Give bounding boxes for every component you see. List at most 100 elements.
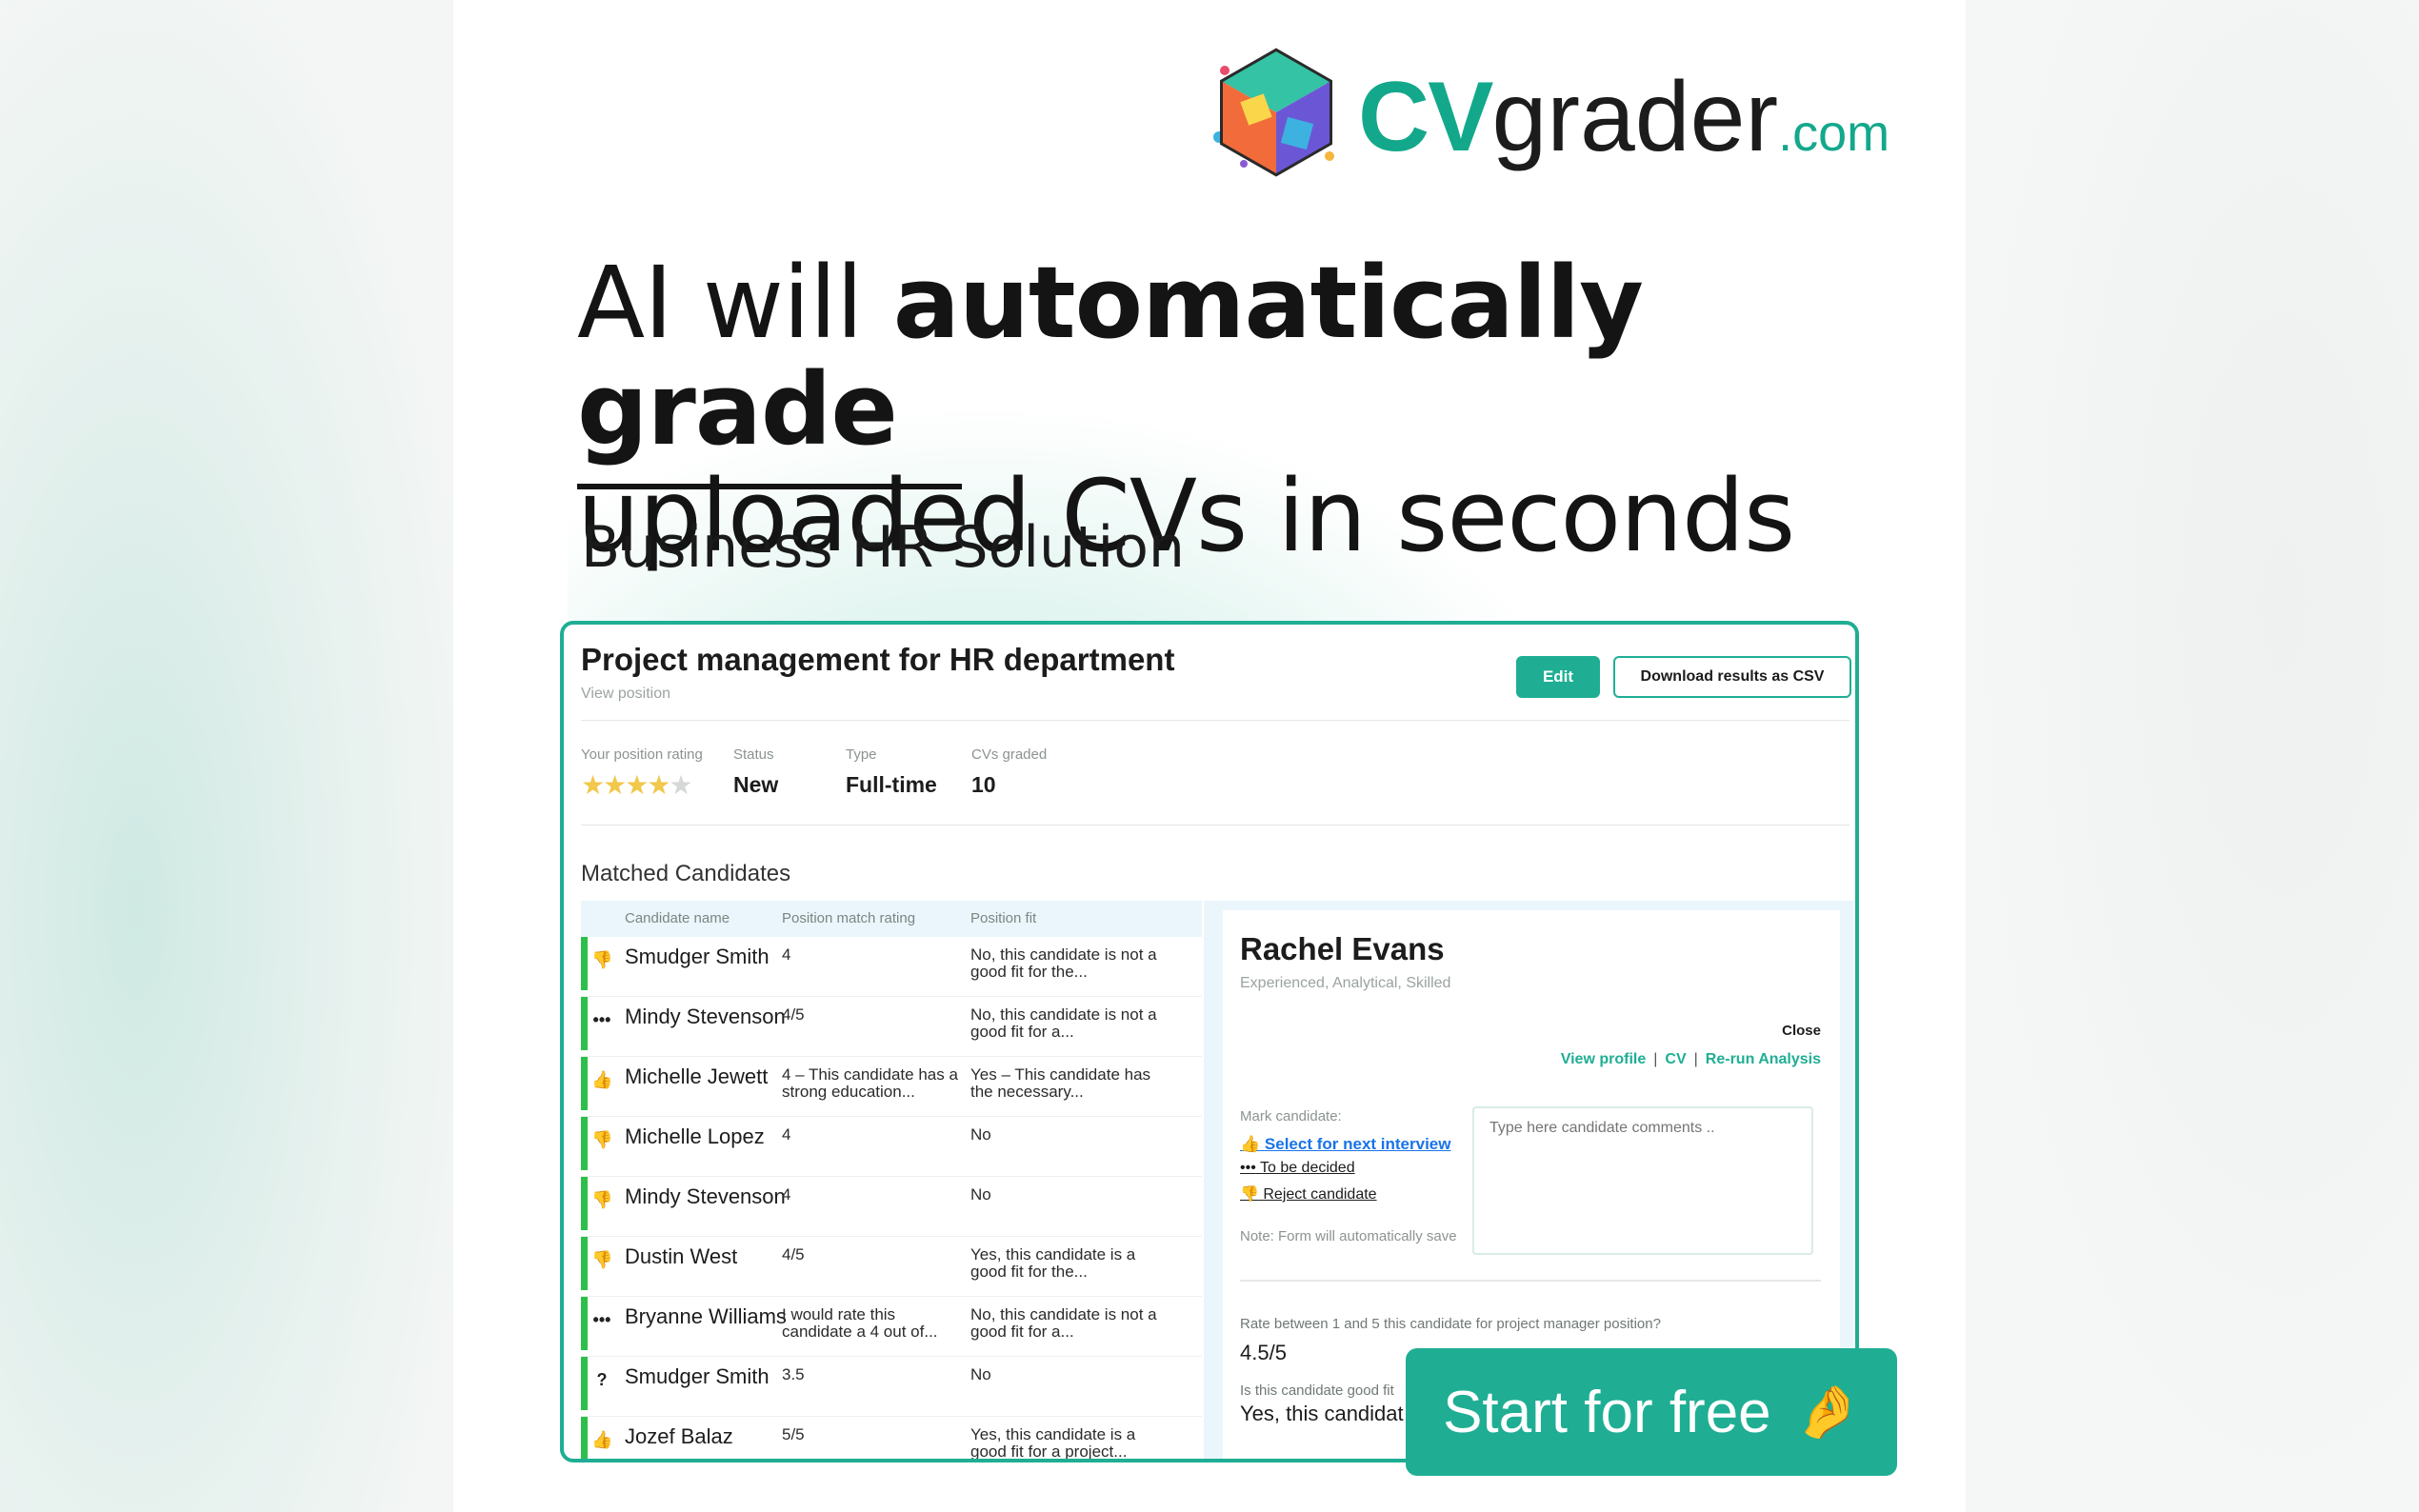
table-body: 👎 Smudger Smith 4 No, this candidate is not… [581, 937, 1202, 1459]
logo-cv: CV [1358, 62, 1493, 172]
table-row[interactable]: ••• Bryanne Williams I would rate this can… [581, 1297, 1202, 1357]
position-fit-cell: No [970, 1185, 991, 1204]
candidate-name-cell: Bryanne Williams [625, 1304, 787, 1328]
candidate-name-cell: Michelle Jewett [625, 1064, 769, 1088]
download-csv-button[interactable]: Download results as CSV [1613, 656, 1851, 698]
subheadline: Business HR Solution [581, 514, 1185, 581]
start-for-free-button[interactable]: Start for free 🤌 [1406, 1348, 1897, 1476]
status-bar [581, 1057, 588, 1110]
star-icon[interactable]: ★ [669, 770, 692, 800]
status-bar [581, 997, 588, 1050]
position-fit-cell: No, this candidate is not a good fit for… [970, 945, 1157, 981]
star-icon[interactable]: ★ [625, 770, 649, 800]
divider [581, 825, 1849, 826]
rating-label: Your position rating [581, 746, 703, 763]
background-right [1966, 0, 2419, 1512]
table-row[interactable]: ? Smudger Smith 3.5 No [581, 1357, 1202, 1417]
autosave-note: Note: Form will automatically save [1240, 1228, 1457, 1244]
select-for-interview-option[interactable]: 👍 Select for next interview [1240, 1135, 1450, 1154]
match-rating-cell: 4 [782, 1125, 791, 1144]
type-label: Type [846, 746, 877, 763]
candidate-tags: Experienced, Analytical, Skilled [1240, 975, 1451, 991]
candidate-name: Rachel Evans [1240, 931, 1445, 966]
status-label: Status [733, 746, 774, 763]
app-window: Project management for HR department Vie… [560, 621, 1859, 1462]
match-rating-cell: 4 [782, 945, 791, 964]
status-bar [581, 1117, 588, 1170]
question-icon[interactable]: ? [591, 1370, 612, 1390]
select-label: Select for next interview [1264, 1135, 1451, 1153]
candidate-name-cell: Michelle Lopez [625, 1124, 765, 1148]
pinched-fingers-icon: 🤌 [1795, 1383, 1860, 1441]
table-row[interactable]: 👍 Jozef Balaz 5/5 Yes, this candidate is a … [581, 1417, 1202, 1459]
match-rating-cell: I would rate this candidate a 4 out of..… [782, 1305, 938, 1341]
status-bar [581, 1357, 588, 1410]
rerun-analysis-link[interactable]: Re-run Analysis [1706, 1051, 1821, 1067]
table-row[interactable]: 👎 Dustin West 4/5 Yes, this candidate is a … [581, 1237, 1202, 1297]
star-icon[interactable]: ★ [647, 770, 670, 800]
headline-part1: AI will [577, 245, 893, 361]
cv-link[interactable]: CV [1665, 1051, 1686, 1067]
thumbs-down-icon[interactable]: 👎 [591, 1250, 612, 1270]
cvs-label: CVs graded [971, 746, 1048, 763]
column-header: Position fit [970, 910, 1037, 926]
thumbs-down-icon[interactable]: 👎 [591, 950, 612, 970]
mark-candidate-label: Mark candidate: [1240, 1108, 1342, 1124]
star-icon[interactable]: ★ [603, 770, 627, 800]
thumbs-up-icon: 👍 [1240, 1135, 1261, 1153]
position-fit-cell: No [970, 1365, 991, 1383]
rating-stars[interactable]: ★★★★★ [581, 772, 703, 799]
table-row[interactable]: 👎 Michelle Lopez 4 No [581, 1117, 1202, 1177]
thumbs-down-icon[interactable]: 👎 [591, 1130, 612, 1150]
type-value: Full-time [846, 772, 937, 797]
position-fit-cell: No [970, 1125, 991, 1144]
rating-question: Rate between 1 and 5 this candidate for … [1240, 1316, 1661, 1332]
position-fit-cell: No, this candidate is not a good fit for… [970, 1005, 1157, 1041]
candidate-links: View profile | CV | Re-run Analysis [1561, 1051, 1821, 1068]
ad-panel: CVgrader.com AI will automatically grade… [453, 0, 1966, 1512]
status-field: Status New [733, 746, 778, 798]
close-button[interactable]: Close [1782, 1023, 1821, 1039]
table-row[interactable]: 👎 Smudger Smith 4 No, this candidate is not… [581, 937, 1202, 997]
match-rating-cell: 4 [782, 1185, 791, 1204]
position-fit-cell: Yes, this candidate is a good fit for th… [970, 1245, 1136, 1281]
more-icon[interactable]: ••• [591, 1010, 612, 1030]
table-header: Candidate name Position match rating Pos… [581, 901, 1202, 937]
section-title: Matched Candidates [581, 861, 791, 886]
star-icon[interactable]: ★ [581, 770, 605, 800]
candidate-name-cell: Dustin West [625, 1244, 738, 1268]
more-icon: ••• [1240, 1160, 1256, 1176]
more-icon[interactable]: ••• [591, 1310, 612, 1330]
background-left [0, 0, 453, 1512]
table-row[interactable]: ••• Mindy Stevenson 4/5 No, this candidate … [581, 997, 1202, 1057]
logo-grader: grader [1491, 62, 1779, 172]
rating-answer: 4.5/5 [1240, 1341, 1287, 1364]
candidate-comments-field[interactable] [1472, 1106, 1813, 1255]
fit-question: Is this candidate good fit [1240, 1383, 1394, 1399]
position-rating: Your position rating ★★★★★ [581, 746, 703, 799]
view-profile-link[interactable]: View profile [1561, 1051, 1647, 1067]
table-row[interactable]: 👎 Mindy Stevenson 4 No [581, 1177, 1202, 1237]
thumbs-down-icon[interactable]: 👎 [591, 1190, 612, 1210]
status-bar [581, 1237, 588, 1290]
link-separator: | [1653, 1051, 1658, 1067]
candidate-name-cell: Jozef Balaz [625, 1424, 733, 1448]
thumbs-up-icon[interactable]: 👍 [591, 1070, 612, 1090]
match-rating-cell: 4/5 [782, 1245, 805, 1263]
brand-logo[interactable]: CVgrader.com [1206, 42, 1929, 194]
cvs-value: 10 [971, 772, 996, 797]
table-row[interactable]: 👍 Michelle Jewett 4 – This candidate has a… [581, 1057, 1202, 1117]
candidate-name-cell: Mindy Stevenson [625, 1005, 786, 1028]
to-be-decided-option[interactable]: ••• To be decided [1240, 1160, 1355, 1177]
reject-candidate-option[interactable]: 👎 Reject candidate [1240, 1184, 1377, 1204]
thumbs-up-icon[interactable]: 👍 [591, 1430, 612, 1450]
logo-cube-icon [1213, 48, 1334, 177]
position-fit-cell: No, this candidate is not a good fit for… [970, 1305, 1157, 1341]
match-rating-cell: 4 – This candidate has a strong educatio… [782, 1065, 958, 1101]
edit-button[interactable]: Edit [1516, 656, 1600, 698]
view-position-link[interactable]: View position [581, 686, 670, 703]
panel-divider [1204, 901, 1213, 1459]
status-bar [581, 1297, 588, 1350]
cta-label: Start for free [1443, 1379, 1771, 1445]
page-title: Project management for HR department [581, 642, 1175, 677]
